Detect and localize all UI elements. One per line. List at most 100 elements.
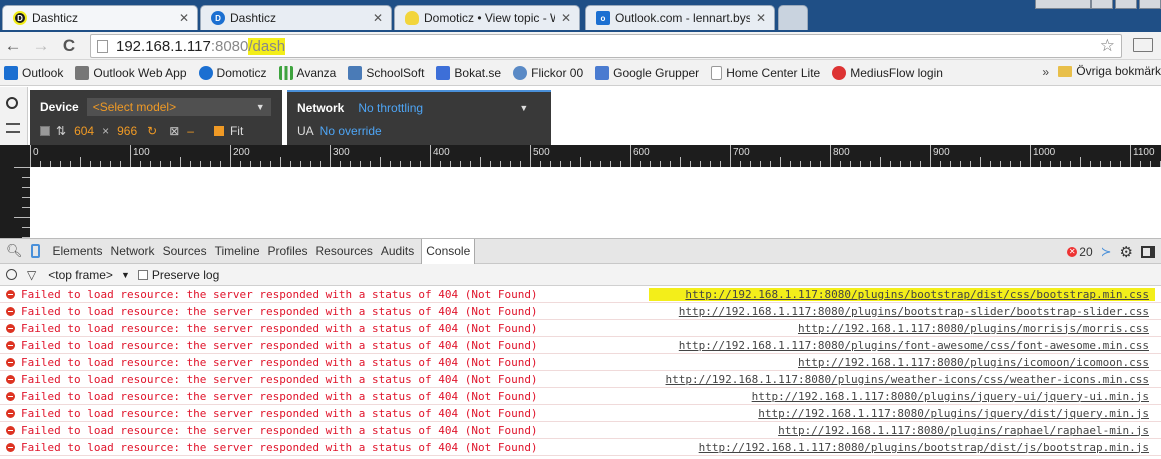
resource-link[interactable]: http://192.168.1.117:8080/plugins/morris… <box>798 322 1149 335</box>
tab-elements[interactable]: Elements <box>52 244 104 258</box>
bookmark-avanza[interactable]: Avanza <box>278 65 337 80</box>
resource-link[interactable]: http://192.168.1.117:8080/plugins/jquery… <box>752 390 1149 403</box>
bookmark-outlook-web-app[interactable]: Outlook Web App <box>75 65 187 80</box>
avanza-icon <box>278 65 293 80</box>
swap-dimensions-icon[interactable]: ⇅ <box>56 124 66 138</box>
resource-link[interactable]: http://192.168.1.117:8080/plugins/weathe… <box>666 373 1149 386</box>
address-bar[interactable]: 192.168.1.117:8080/dash ☆ <box>90 34 1153 58</box>
flickor-icon <box>513 65 528 80</box>
device-emulation-panel: Device <Select model> ▼ ⇅ 604 × 966 ↻ ⊠ … <box>0 87 1161 145</box>
filter-icon[interactable]: ▽ <box>27 268 36 282</box>
tab-resources[interactable]: Resources <box>315 244 374 258</box>
tab-domoticz-topic[interactable]: Domoticz • View topic - W ✕ <box>394 5 580 30</box>
no-entry-icon[interactable] <box>6 97 18 109</box>
bookmark-label: Outlook <box>22 65 64 80</box>
error-count: 20 <box>1079 245 1093 259</box>
resource-link[interactable]: http://192.168.1.117:8080/plugins/bootst… <box>699 441 1149 454</box>
dpr-value[interactable]: – <box>187 124 194 138</box>
window-controls <box>1091 0 1161 10</box>
resource-link[interactable]: http://192.168.1.117:8080/plugins/bootst… <box>679 305 1149 318</box>
url-host: 192.168.1.117 <box>116 37 211 55</box>
document-icon <box>711 65 723 80</box>
bookmark-label: Avanza <box>296 65 337 80</box>
mediusflow-icon <box>832 65 847 80</box>
tab-network[interactable]: Network <box>110 244 156 258</box>
emulated-viewport <box>30 167 1161 238</box>
resource-link[interactable]: http://192.168.1.117:8080/plugins/bootst… <box>649 287 1155 301</box>
device-model-select[interactable]: <Select model> ▼ <box>86 98 271 116</box>
error-icon <box>6 408 15 418</box>
close-window-button[interactable] <box>1139 0 1161 9</box>
ruler-tick-label: 1100 <box>1133 147 1155 158</box>
device-mode-icon[interactable] <box>30 244 40 258</box>
rotate-icon[interactable]: ↻ <box>147 124 157 138</box>
tab-dashticz[interactable]: D Dashticz ✕ <box>200 5 392 30</box>
back-arrow-icon[interactable]: ← <box>2 35 24 57</box>
resource-link[interactable]: http://192.168.1.117:8080/plugins/font-a… <box>679 339 1149 352</box>
network-throttling-value: No throttling <box>358 101 424 115</box>
height-input[interactable]: 966 <box>117 124 137 138</box>
bookmark-domoticz[interactable]: Domoticz <box>198 65 267 80</box>
horizontal-ruler: 0 100 200 300 400 500 600 700 800 900 1000 1100 <box>30 145 1161 167</box>
tab-profiles[interactable]: Profiles <box>267 244 309 258</box>
reload-icon[interactable]: C <box>58 35 80 57</box>
close-tab-icon[interactable]: ✕ <box>561 11 571 25</box>
close-tab-icon[interactable]: ✕ <box>179 11 189 25</box>
close-tab-icon[interactable]: ✕ <box>373 11 383 25</box>
bookmark-schoolsoft[interactable]: SchoolSoft <box>348 65 424 80</box>
bookmark-outlook[interactable]: Outlook <box>4 65 64 80</box>
cast-icon[interactable] <box>1133 38 1153 52</box>
console-error-row: Failed to load resource: the server resp… <box>0 337 1161 354</box>
network-throttling-select[interactable]: No throttling ▼ <box>352 99 535 117</box>
bookmark-mediusflow[interactable]: MediusFlow login <box>832 65 943 80</box>
bookmark-google-groups[interactable]: Google Grupper <box>595 65 699 80</box>
drawer-toggle-icon[interactable]: ≻ <box>1101 244 1112 260</box>
page-icon <box>97 39 108 53</box>
preserve-log-label: Preserve log <box>151 267 220 282</box>
screenshot-icon[interactable]: ⊠ <box>169 124 179 138</box>
frame-selector[interactable]: <top frame> <box>48 268 113 282</box>
chevron-down-icon[interactable]: ▼ <box>121 270 130 280</box>
tab-timeline[interactable]: Timeline <box>214 244 261 258</box>
resource-link[interactable]: http://192.168.1.117:8080/plugins/icomoo… <box>798 356 1149 369</box>
clear-console-icon[interactable] <box>6 269 17 280</box>
close-tab-icon[interactable]: ✕ <box>756 11 766 25</box>
schoolsoft-icon <box>348 65 363 80</box>
settings-toggle-icon[interactable] <box>6 123 20 133</box>
new-tab-button[interactable] <box>778 5 808 30</box>
bookmark-bokat[interactable]: Bokat.se <box>436 65 501 80</box>
tab-sources[interactable]: Sources <box>162 244 208 258</box>
profile-button[interactable] <box>1035 0 1091 9</box>
ruler-tick-label: 600 <box>633 147 650 158</box>
browser-tab-strip: D Dashticz ✕ D Dashticz ✕ Domoticz • Vie… <box>0 0 1161 32</box>
maximize-button[interactable] <box>1115 0 1137 9</box>
bookmark-home-center-lite[interactable]: Home Center Lite <box>711 65 820 80</box>
dock-side-icon[interactable] <box>1141 246 1155 258</box>
user-agent-input[interactable]: No override <box>320 124 382 138</box>
tab-dashticz-active[interactable]: D Dashticz ✕ <box>2 5 198 30</box>
resolution-checkbox[interactable] <box>40 126 50 136</box>
console-error-row: Failed to load resource: the server resp… <box>0 388 1161 405</box>
error-count-badge[interactable]: ✕ 20 <box>1067 245 1093 259</box>
tab-audits[interactable]: Audits <box>380 244 415 258</box>
bookmark-star-icon[interactable]: ☆ <box>1100 36 1115 56</box>
bookmarks-overflow-button[interactable]: » <box>1042 65 1049 79</box>
error-icon <box>6 425 15 435</box>
preserve-log-checkbox[interactable] <box>137 269 148 280</box>
resource-link[interactable]: http://192.168.1.117:8080/plugins/jquery… <box>758 407 1149 420</box>
console-error-row: Failed to load resource: the server resp… <box>0 303 1161 320</box>
fit-checkbox[interactable] <box>213 126 224 136</box>
other-bookmarks-folder[interactable]: Övriga bokmärk <box>1058 64 1161 78</box>
bookmark-flickor[interactable]: Flickor 00 <box>513 65 583 80</box>
width-input[interactable]: 604 <box>74 124 94 138</box>
bookmark-label: Domoticz <box>216 65 267 80</box>
tab-console[interactable]: Console <box>421 238 476 264</box>
chevron-down-icon: ▼ <box>255 102 265 112</box>
minimize-button[interactable] <box>1091 0 1113 9</box>
inspect-search-icon[interactable]: 🔍︎ <box>6 243 23 259</box>
resource-link[interactable]: http://192.168.1.117:8080/plugins/raphae… <box>778 424 1149 437</box>
forward-arrow-icon[interactable]: → <box>30 35 52 57</box>
tab-outlook[interactable]: o Outlook.com - lennart.bys ✕ <box>585 5 775 30</box>
gear-icon[interactable]: ⚙ <box>1120 243 1133 261</box>
device-model-value: <Select model> <box>92 100 177 114</box>
